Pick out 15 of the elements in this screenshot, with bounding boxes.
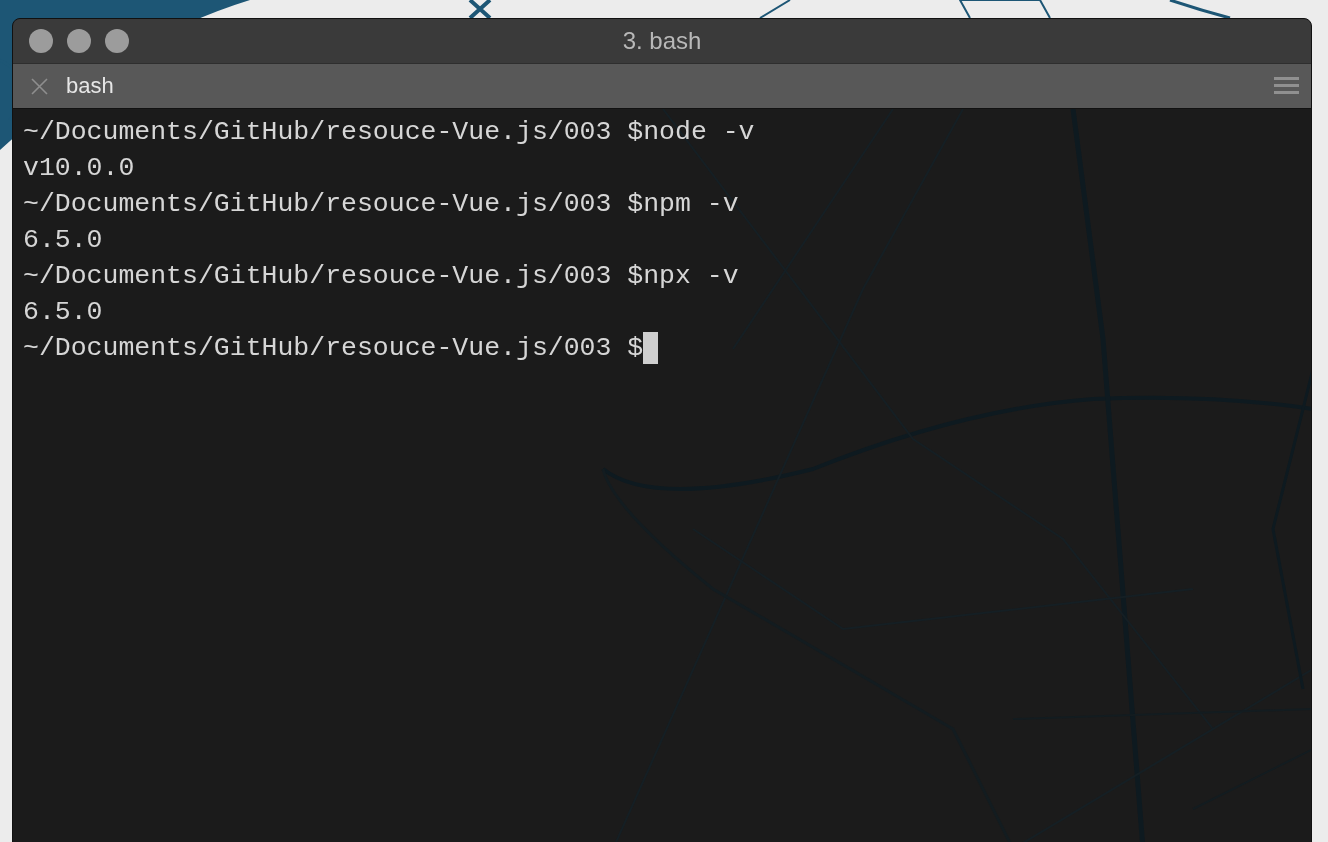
prompt-line: ~/Documents/GitHub/resouce-Vue.js/003 $	[23, 333, 644, 363]
terminal-line: 6.5.0	[23, 297, 103, 327]
terminal-line: v10.0.0	[23, 153, 135, 183]
menu-icon[interactable]	[1274, 77, 1299, 95]
minimize-button[interactable]	[67, 29, 91, 53]
terminal-line: ~/Documents/GitHub/resouce-Vue.js/003 $npx -v	[23, 261, 739, 291]
cursor	[643, 332, 659, 364]
tab-label[interactable]: bash	[66, 73, 114, 99]
zoom-button[interactable]	[105, 29, 129, 53]
window-title: 3. bash	[622, 27, 702, 54]
close-icon[interactable]	[31, 77, 48, 95]
terminal-line: ~/Documents/GitHub/resouce-Vue.js/003 $node -v	[23, 117, 755, 147]
close-button[interactable]	[29, 29, 53, 53]
terminal-line: 6.5.0	[23, 225, 103, 255]
terminal-line: ~/Documents/GitHub/resouce-Vue.js/003 $npm -v	[23, 189, 739, 219]
